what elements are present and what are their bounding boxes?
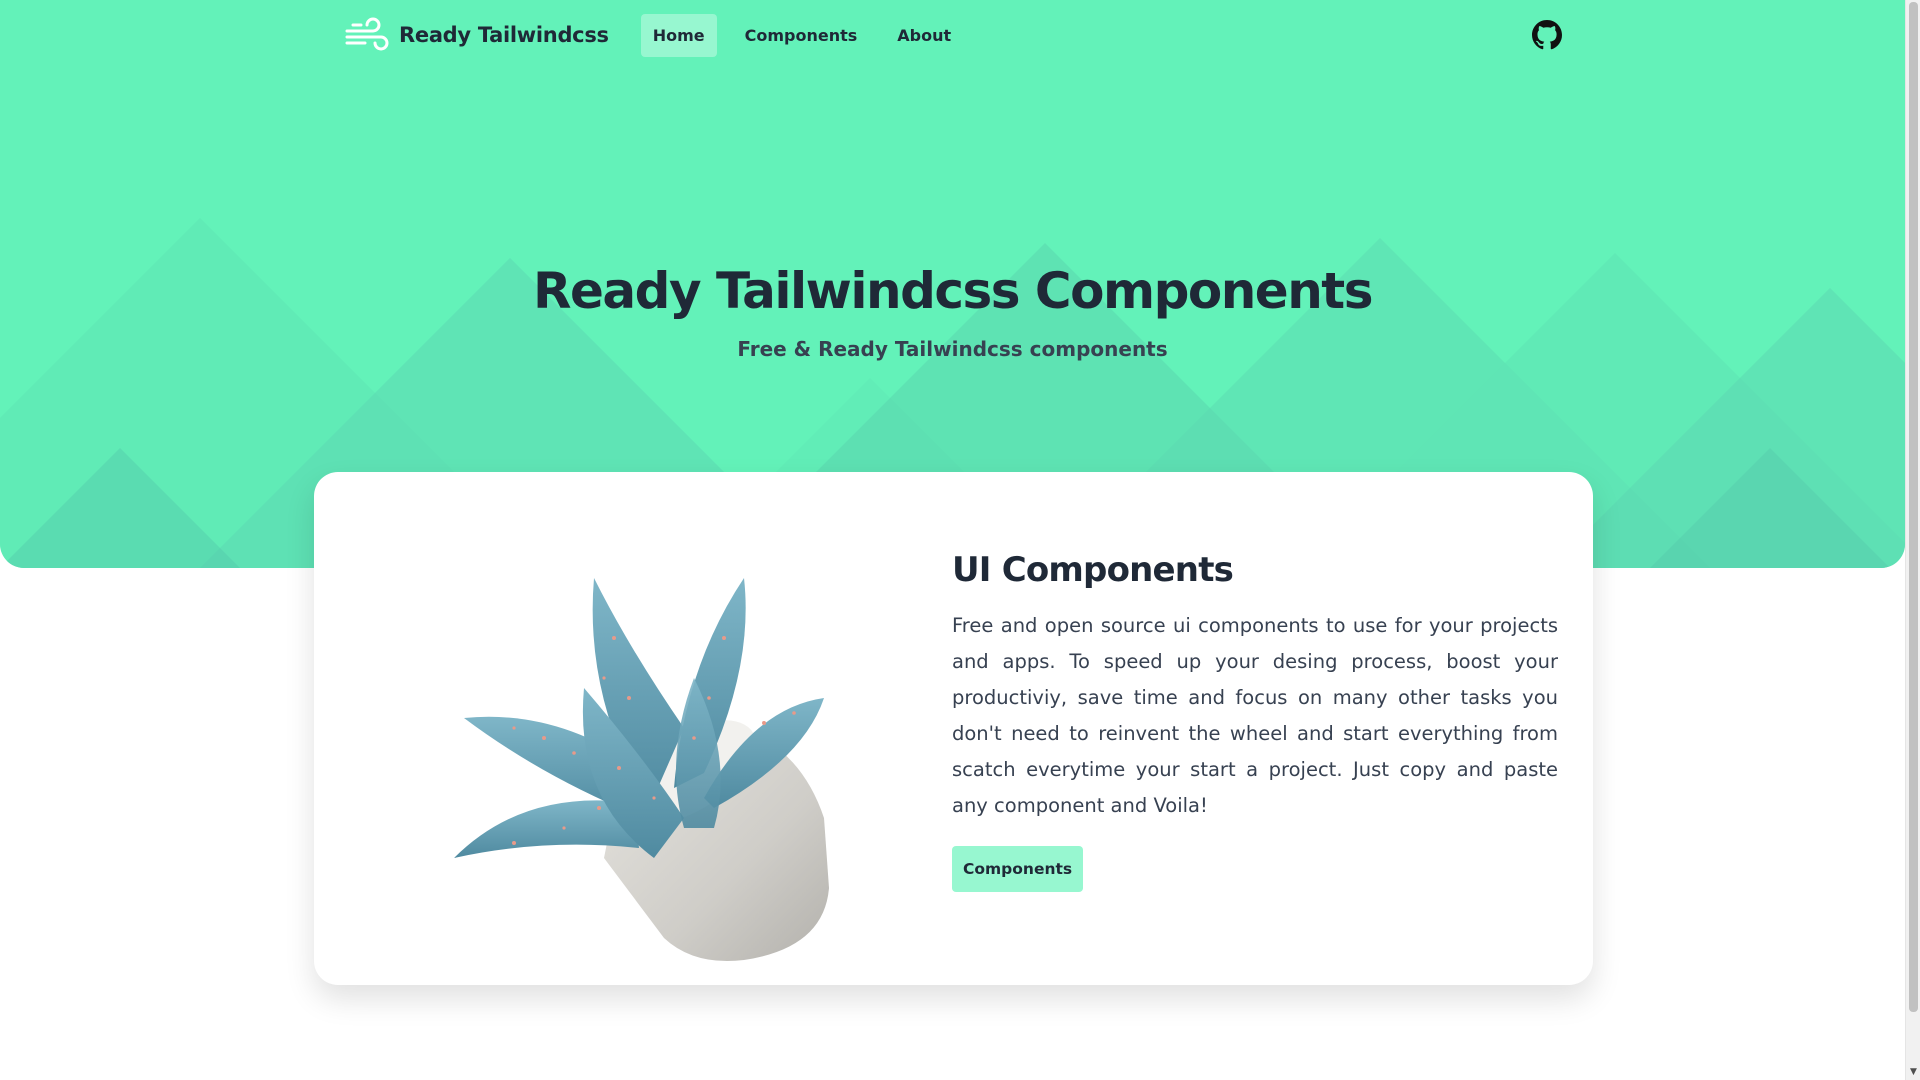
brand-link[interactable]: Ready Tailwindcss	[345, 17, 609, 53]
card-description: Free and open source ui components to us…	[952, 614, 1558, 817]
card-content: UI Components Free and open source ui co…	[952, 550, 1558, 892]
page: Ready Tailwindcss Home Components About …	[0, 0, 1920, 1080]
feature-card: UI Components Free and open source ui co…	[314, 472, 1593, 985]
vertical-scrollbar[interactable]: ▲ ▼	[1905, 0, 1920, 1080]
scroll-thumb[interactable]	[1909, 2, 1918, 1012]
hero-subtitle: Free & Ready Tailwindcss components	[737, 337, 1168, 361]
hero-title: Ready Tailwindcss Components	[533, 262, 1373, 320]
brand-name: Ready Tailwindcss	[399, 23, 609, 47]
top-navigation: Ready Tailwindcss Home Components About	[345, 12, 979, 58]
nav-home-link[interactable]: Home	[640, 13, 717, 57]
wind-logo-icon	[345, 17, 389, 51]
potted-plant-illustration	[454, 578, 829, 962]
card-title: UI Components	[952, 550, 1234, 590]
github-icon[interactable]	[1532, 20, 1562, 50]
nav-links: Home Components About	[640, 13, 979, 57]
nav-about-link[interactable]: About	[885, 14, 963, 57]
components-button[interactable]: Components	[952, 846, 1084, 892]
nav-components-link[interactable]: Components	[733, 14, 870, 57]
scroll-down-arrow-icon[interactable]: ▼	[1906, 1065, 1920, 1080]
